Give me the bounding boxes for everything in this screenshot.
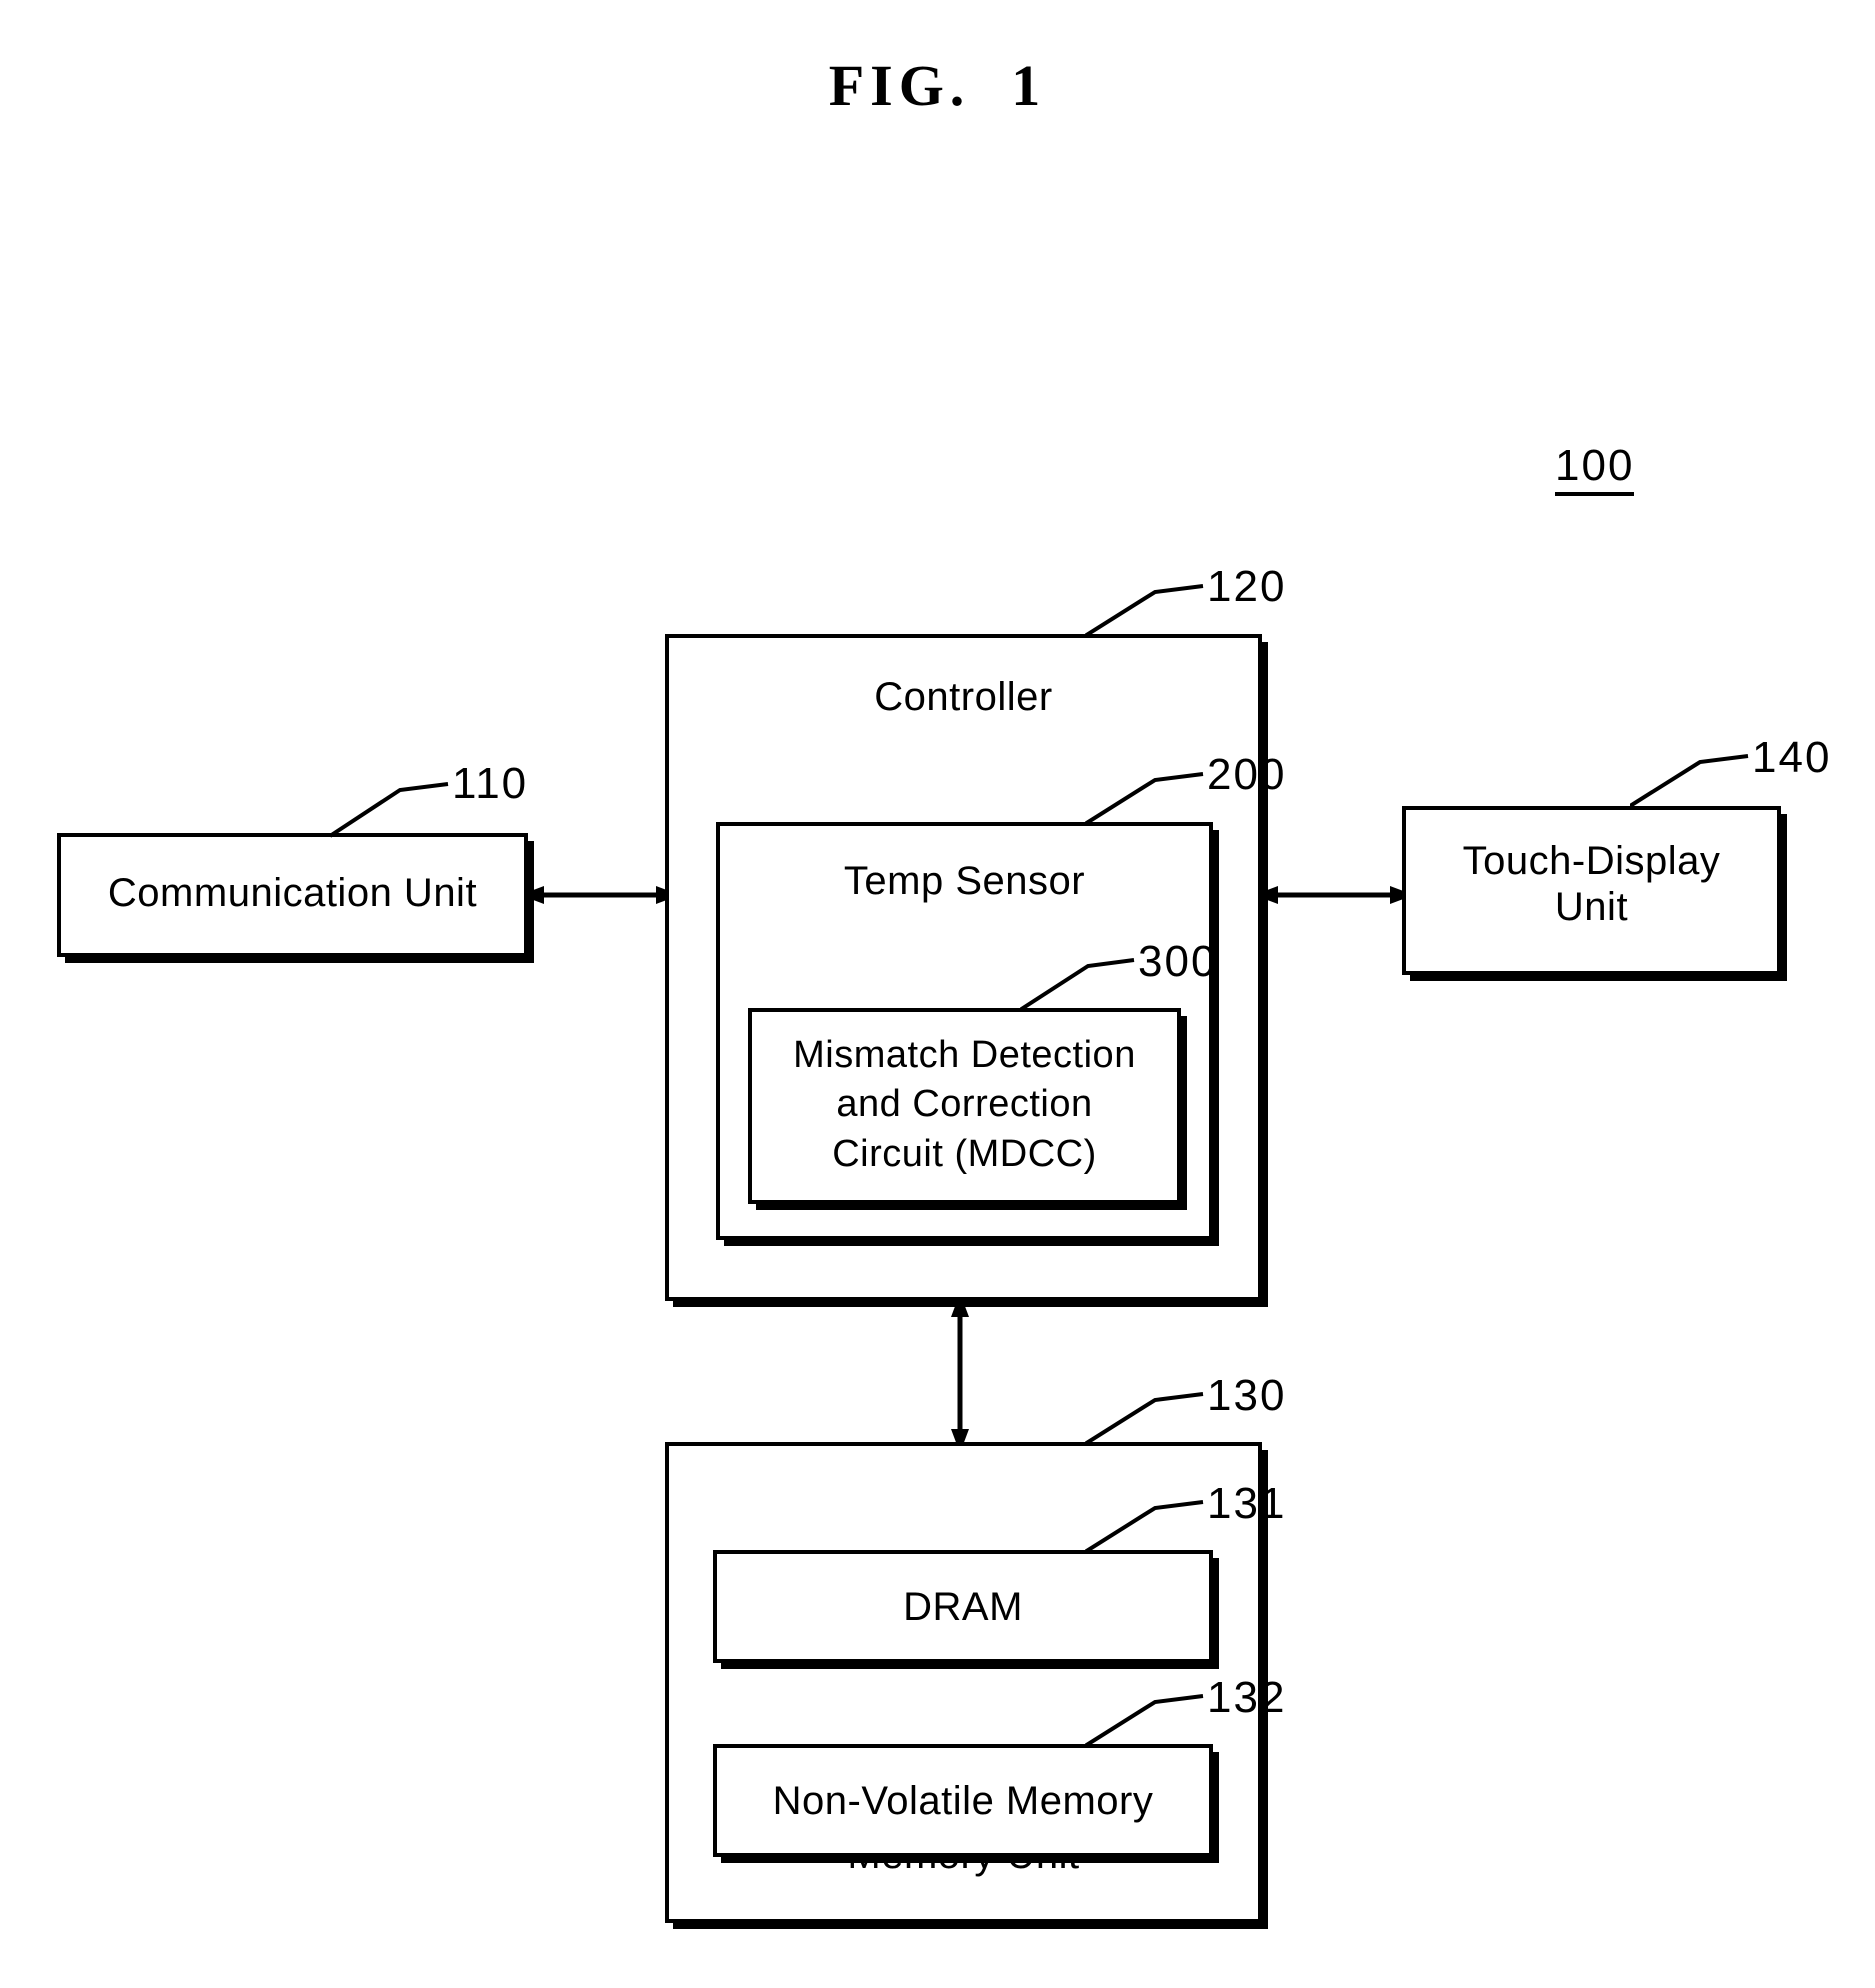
block-non-volatile-memory-label: Non-Volatile Memory [772,1779,1154,1823]
block-touch-display-unit[interactable]: Touch-Display Unit [1402,806,1781,975]
block-temp-sensor-label: Temp Sensor [843,859,1086,903]
leader-line-120 [1085,584,1204,638]
assembly-reference-100: 100 [1555,442,1635,497]
reference-numeral-300: 300 [1138,937,1218,986]
block-dram[interactable]: DRAM [713,1550,1213,1663]
figure-page: FIG. 1 100 Communication Unit Controller… [0,0,1875,1988]
reference-numeral-131: 131 [1207,1479,1287,1528]
block-controller-label: Controller [874,675,1053,719]
reference-numeral-120: 120 [1207,562,1287,611]
reference-numeral-130: 130 [1207,1371,1287,1420]
leader-line-140 [1630,754,1749,808]
block-mismatch-detection-and-correction-circuit[interactable]: Mismatch Detection and Correction Circui… [748,1008,1181,1204]
reference-numeral-110: 110 [452,759,529,808]
figure-title: FIG. 1 [828,53,1047,118]
connector-controller-to-memory [951,1293,969,1453]
block-communication-unit[interactable]: Communication Unit [57,833,528,957]
reference-numeral-140: 140 [1752,733,1832,782]
reference-numeral-132: 132 [1207,1673,1287,1722]
block-mdcc-label: Mismatch Detection and Correction Circui… [793,1034,1136,1175]
leader-line-130 [1085,1392,1204,1446]
reference-numeral-200: 200 [1207,750,1287,799]
connector-comm-to-controller [520,886,680,904]
block-non-volatile-memory[interactable]: Non-Volatile Memory [713,1744,1213,1857]
block-communication-unit-label: Communication Unit [107,871,478,915]
leader-line-110 [330,782,449,838]
block-dram-label: DRAM [903,1585,1023,1629]
connector-controller-to-touch-display [1254,886,1414,904]
block-touch-display-unit-label: Touch-Display Unit [1462,839,1721,930]
